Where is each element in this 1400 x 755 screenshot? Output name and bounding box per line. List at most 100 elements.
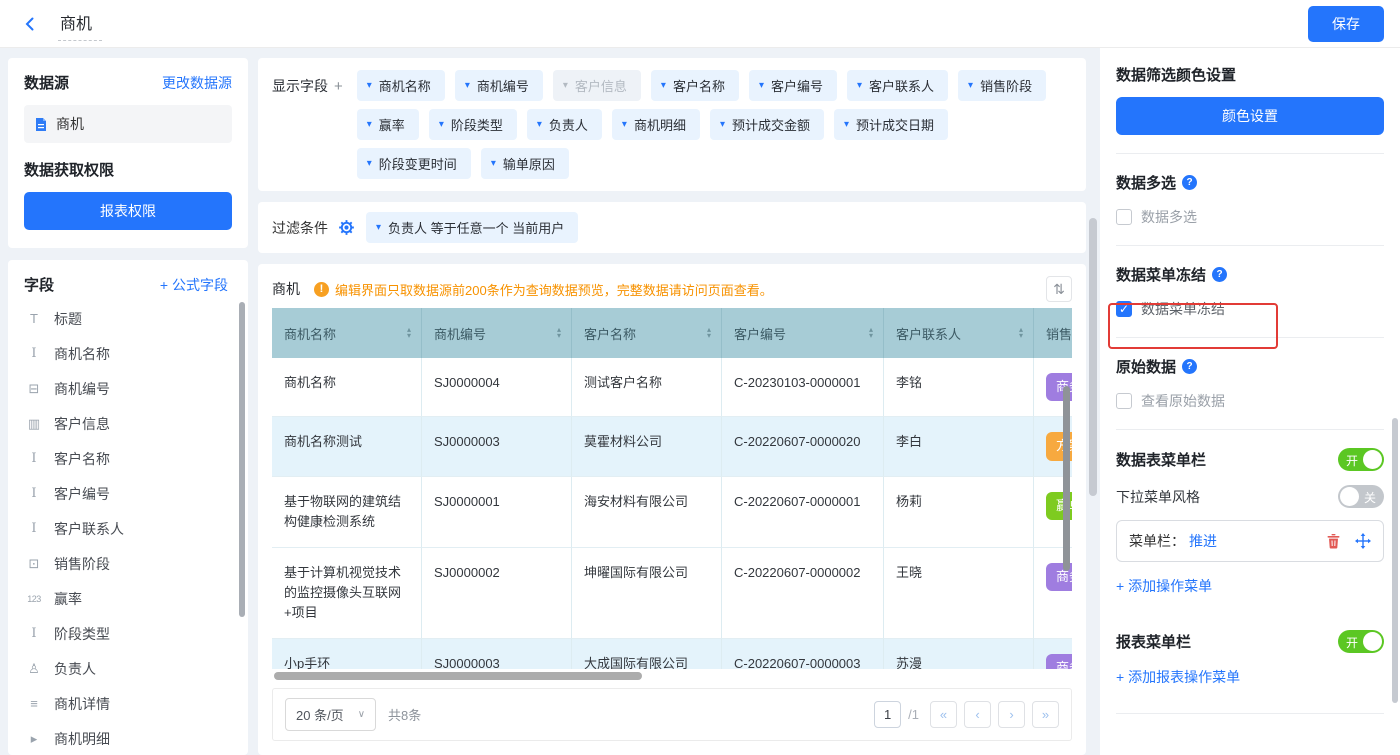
table-row: 基于计算机视觉技术的监控摄像头互联网+项目SJ0000002坤曜国际有限公司C-… (272, 548, 1072, 639)
checkbox-unchecked[interactable] (1116, 209, 1132, 225)
dropdown-style-toggle[interactable]: 关 (1338, 485, 1384, 508)
sort-arrows-icon[interactable]: ▴▾ (557, 327, 561, 339)
chip-label: 商机名称 (379, 76, 431, 95)
move-icon[interactable] (1355, 533, 1371, 549)
filter-condition-chip[interactable]: ▾ 负责人 等于任意一个 当前用户 (366, 212, 578, 243)
chip-label: 赢率 (379, 115, 405, 134)
text-icon: I (24, 346, 44, 361)
filter-card: 过滤条件 ▾ 负责人 等于任意一个 当前用户 (258, 202, 1086, 253)
column-header[interactable]: 销售阶段 (1034, 308, 1072, 358)
field-item[interactable]: ♙负责人 (24, 651, 238, 686)
sort-arrows-icon[interactable]: ▴▾ (407, 327, 411, 339)
datasource-item[interactable]: 商机 (24, 105, 232, 143)
help-icon[interactable]: ? (1182, 359, 1197, 374)
display-field-chip[interactable]: ▾客户信息 (553, 70, 641, 101)
field-item-label: 商机名称 (54, 344, 110, 364)
add-report-action-menu-link[interactable]: + 添加报表操作菜单 (1116, 667, 1384, 687)
display-field-chip[interactable]: ▾赢率 (357, 109, 419, 140)
report-permission-button[interactable]: 报表权限 (24, 192, 232, 230)
column-header-label: 商机编号 (434, 324, 486, 343)
column-header[interactable]: 商机名称▴▾ (272, 308, 422, 358)
chip-label: 预计成交日期 (856, 115, 934, 134)
field-item[interactable]: 123赢率 (24, 581, 238, 616)
menu-freeze-checkbox-row[interactable]: ✓ 数据菜单冻结 (1116, 299, 1384, 319)
menu-item-row[interactable]: 菜单栏： 推进 (1116, 520, 1384, 562)
table-cell-stage: 商务 (1034, 639, 1072, 669)
total-count: 共8条 (388, 705, 421, 724)
back-icon[interactable] (16, 16, 44, 32)
field-item[interactable]: I 商机名称 (24, 336, 238, 371)
fields-scrollbar[interactable] (239, 302, 245, 617)
field-item[interactable]: ⊡销售阶段 (24, 546, 238, 581)
field-item-label: 赢率 (54, 589, 82, 609)
column-header[interactable]: 客户名称▴▾ (572, 308, 722, 358)
topbar: 商机 保存 (0, 0, 1400, 48)
display-field-chip[interactable]: ▾销售阶段 (958, 70, 1046, 101)
multi-select-checkbox-row[interactable]: 数据多选 (1116, 207, 1384, 227)
field-item[interactable]: I客户名称 (24, 441, 238, 476)
stage-badge: 商务 (1046, 654, 1072, 669)
field-item[interactable]: ≡商机详情 (24, 686, 238, 721)
main-scrollbar[interactable] (1089, 218, 1097, 496)
checkbox-unchecked[interactable] (1116, 393, 1132, 409)
column-header[interactable]: 客户联系人▴▾ (884, 308, 1034, 358)
field-item[interactable]: ▥客户信息 (24, 406, 238, 441)
display-field-chip[interactable]: ▾阶段变更时间 (357, 148, 471, 179)
page-number-input[interactable]: 1 (874, 701, 901, 728)
add-formula-field-link[interactable]: + 公式字段 (160, 275, 228, 295)
column-header[interactable]: 客户编号▴▾ (722, 308, 884, 358)
field-item[interactable]: I客户编号 (24, 476, 238, 511)
display-field-chip[interactable]: ▾商机明细 (612, 109, 700, 140)
table-menubar-toggle[interactable]: 开 (1338, 448, 1384, 471)
help-icon[interactable]: ? (1212, 267, 1227, 282)
display-field-chips: ▾商机名称▾商机编号▾客户信息▾客户名称▾客户编号▾客户联系人▾销售阶段▾赢率▾… (357, 70, 1072, 179)
sort-icon[interactable]: ⇅ (1046, 276, 1072, 302)
table-vertical-scrollbar[interactable] (1063, 386, 1070, 571)
menu-freeze-title: 数据菜单冻结 ? (1116, 264, 1384, 285)
gear-icon[interactable] (338, 219, 356, 237)
first-page-button[interactable]: « (930, 701, 957, 728)
chip-label: 客户名称 (673, 76, 725, 95)
report-menubar-toggle[interactable]: 开 (1338, 630, 1384, 653)
last-page-button[interactable]: » (1032, 701, 1059, 728)
fields-title: 字段 (24, 274, 54, 295)
column-header-label: 销售阶段 (1046, 324, 1072, 343)
sort-arrows-icon[interactable]: ▴▾ (1019, 327, 1023, 339)
raw-data-title: 原始数据 ? (1116, 356, 1384, 377)
display-field-chip[interactable]: ▾负责人 (527, 109, 602, 140)
divider (1116, 429, 1384, 430)
color-settings-button[interactable]: 颜色设置 (1116, 97, 1384, 135)
table-horizontal-scrollbar[interactable] (274, 672, 642, 680)
field-item[interactable]: ▸商机明细 (24, 721, 238, 755)
checkbox-checked[interactable]: ✓ (1116, 301, 1132, 317)
display-field-chip[interactable]: ▾客户联系人 (847, 70, 948, 101)
change-datasource-link[interactable]: 更改数据源 (162, 73, 232, 93)
save-button[interactable]: 保存 (1308, 6, 1384, 42)
sort-arrows-icon[interactable]: ▴▾ (869, 327, 873, 339)
display-field-chip[interactable]: ▾输单原因 (481, 148, 569, 179)
field-item[interactable]: ⊟商机编号 (24, 371, 238, 406)
display-field-chip[interactable]: ▾阶段类型 (429, 109, 517, 140)
display-field-chip[interactable]: ▾预计成交日期 (834, 109, 948, 140)
trash-icon[interactable] (1326, 533, 1341, 549)
display-field-chip[interactable]: ▾预计成交金额 (710, 109, 824, 140)
raw-data-checkbox-row[interactable]: 查看原始数据 (1116, 391, 1384, 411)
sort-arrows-icon[interactable]: ▴▾ (707, 327, 711, 339)
field-item[interactable]: I阶段类型 (24, 616, 238, 651)
prev-page-button[interactable]: ‹ (964, 701, 991, 728)
next-page-button[interactable]: › (998, 701, 1025, 728)
column-header[interactable]: 商机编号 ▴▾ (422, 308, 572, 358)
display-field-chip[interactable]: ▾客户编号 (749, 70, 837, 101)
add-display-field-button[interactable]: + (334, 78, 343, 95)
display-field-chip[interactable]: ▾商机编号 (455, 70, 543, 101)
help-icon[interactable]: ? (1182, 175, 1197, 190)
page-size-select[interactable]: 20 条/页 ∨ (285, 698, 376, 731)
table-cell: 小p手环 (272, 639, 422, 669)
add-action-menu-link[interactable]: + 添加操作菜单 (1116, 576, 1384, 596)
display-field-chip[interactable]: ▾商机名称 (357, 70, 445, 101)
display-field-chip[interactable]: ▾客户名称 (651, 70, 739, 101)
field-item[interactable]: I客户联系人 (24, 511, 238, 546)
field-item[interactable]: T标题 (24, 301, 238, 336)
chevron-down-icon: ▾ (367, 158, 372, 169)
settings-scrollbar[interactable] (1392, 418, 1398, 703)
